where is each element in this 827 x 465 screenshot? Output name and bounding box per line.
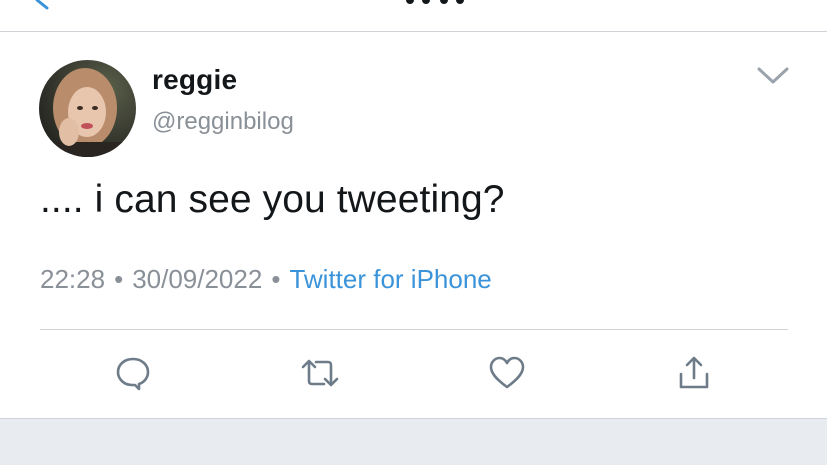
display-name[interactable]: reggie	[152, 64, 237, 96]
retweet-icon	[300, 355, 340, 396]
tweet-date: 30/09/2022	[132, 264, 263, 294]
tweet-text: .... i can see you tweeting?	[40, 178, 505, 221]
share-button[interactable]	[674, 355, 714, 395]
like-button[interactable]	[487, 355, 527, 395]
speech-bubble-icon	[115, 355, 151, 396]
chevron-down-icon[interactable]	[757, 66, 789, 91]
back-chevron-icon[interactable]	[32, 0, 52, 15]
separator-dot: •	[114, 264, 124, 294]
nav-title-fragment	[404, 0, 464, 13]
tweet-detail-page: reggie @regginbilog .... i can see you t…	[0, 0, 827, 465]
share-upload-icon	[678, 356, 710, 395]
user-handle[interactable]: @regginbilog	[152, 108, 294, 136]
tweet-time: 22:28	[40, 264, 106, 294]
heart-icon	[489, 356, 525, 395]
avatar[interactable]	[39, 60, 136, 157]
navigation-bar	[0, 0, 827, 32]
divider	[40, 329, 788, 330]
separator-dot: •	[271, 264, 281, 294]
retweet-button[interactable]	[300, 355, 340, 395]
tweet-metadata: 22:28 • 30/09/2022 • Twitter for iPhone	[40, 264, 492, 295]
tweet-source-link[interactable]: Twitter for iPhone	[289, 264, 491, 294]
reply-area-background	[0, 418, 827, 465]
reply-button[interactable]	[113, 355, 153, 395]
